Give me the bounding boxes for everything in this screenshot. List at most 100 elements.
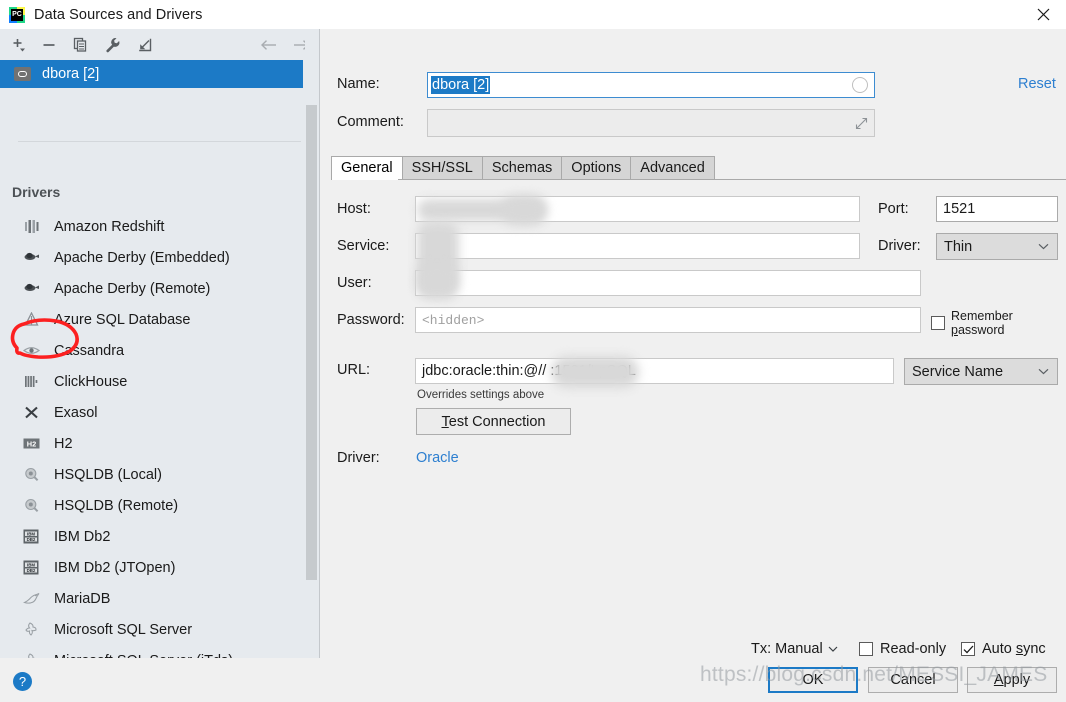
svg-text:DB2: DB2	[27, 537, 36, 542]
driver-label: HSQLDB (Local)	[54, 466, 162, 483]
port-input-value: 1521	[943, 201, 976, 217]
driver-label: HSQLDB (Remote)	[54, 497, 179, 514]
tab-schemas[interactable]: Schemas	[481, 156, 563, 179]
driver-row-ibm-db2-jtopen[interactable]: IBM DB2 IBM Db2 (JTOpen)	[0, 552, 303, 583]
url-input-value: jdbc:oracle:thin:@// :1521/LpSQL	[422, 363, 636, 379]
transaction-mode-value: Tx: Manual	[751, 641, 823, 657]
driver-label: Azure SQL Database	[54, 311, 191, 328]
password-input[interactable]: <hidden>	[415, 307, 921, 333]
url-kind-select[interactable]: Service Name	[904, 358, 1058, 385]
h2-icon: H2	[20, 434, 42, 454]
driver-type-select[interactable]: Thin	[936, 233, 1058, 260]
datasource-settings-panel: Name: dbora [2] Reset Comment: General S…	[321, 29, 1066, 658]
transaction-mode-select[interactable]: Tx: Manual	[751, 641, 838, 657]
tab-options[interactable]: Options	[561, 156, 632, 179]
nav-back-button[interactable]	[258, 35, 280, 55]
driver-row-apache-derby-remote[interactable]: Apache Derby (Remote)	[0, 273, 303, 304]
drivers-header: Drivers	[12, 184, 61, 200]
driver-row-azure-sql-database[interactable]: Azure SQL Database	[0, 304, 303, 335]
host-input[interactable]	[415, 196, 860, 222]
name-input[interactable]: dbora [2]	[427, 72, 875, 98]
driver-row-ibm-db2[interactable]: IBM DB2 IBM Db2	[0, 521, 303, 552]
read-only-checkbox[interactable]: Read-only	[859, 641, 946, 657]
driver-row-apache-derby-embedded[interactable]: Apache Derby (Embedded)	[0, 242, 303, 273]
chevron-down-icon	[1038, 243, 1049, 250]
db2-icon: IBM DB2	[20, 558, 42, 578]
tab-ssh-ssl[interactable]: SSH/SSL	[401, 156, 483, 179]
cancel-button[interactable]: Cancel	[868, 667, 958, 693]
svg-text:IBM: IBM	[27, 531, 35, 536]
hsqldb-icon	[20, 496, 42, 516]
port-input[interactable]: 1521	[936, 196, 1058, 222]
driver-label: Microsoft SQL Server	[54, 621, 193, 638]
ok-button[interactable]: OK	[768, 667, 858, 693]
scrollbar-thumb[interactable]	[306, 105, 317, 580]
cassandra-icon	[20, 341, 42, 361]
datasource-label: dbora [2]	[42, 66, 100, 82]
redshift-icon	[20, 217, 42, 237]
user-input[interactable]	[415, 270, 921, 296]
close-icon[interactable]	[1020, 0, 1066, 29]
driver-row-cassandra[interactable]: Cassandra	[0, 335, 303, 366]
driver-row-clickhouse[interactable]: ClickHouse	[0, 366, 303, 397]
derby-icon	[20, 248, 42, 268]
read-only-label: Read-only	[880, 641, 947, 657]
driver-row-h2[interactable]: H2 H2	[0, 428, 303, 459]
svg-text:IBM: IBM	[27, 562, 35, 567]
tab-general[interactable]: General	[331, 156, 403, 179]
remember-password-checkbox[interactable]: Remember password	[931, 309, 1066, 337]
checkbox-box	[931, 316, 945, 330]
driver-row-microsoft-sql-server[interactable]: Microsoft SQL Server	[0, 614, 303, 645]
drivers-list: Amazon Redshift Apache Derby (Embedded)	[0, 211, 303, 676]
driver-label: Exasol	[54, 404, 98, 421]
datasources-scrollbar[interactable]	[305, 29, 318, 658]
dialog-footer: ? OK Cancel Apply	[0, 658, 1066, 702]
expand-icon[interactable]	[855, 117, 868, 130]
driver-label: Apache Derby (Remote)	[54, 280, 211, 297]
service-input[interactable]	[415, 233, 860, 259]
driver-type-value: Thin	[944, 238, 973, 255]
active-tab-underline	[332, 179, 398, 180]
driver-row-hsqldb-local[interactable]: HSQLDB (Local)	[0, 459, 303, 490]
url-kind-value: Service Name	[912, 363, 1004, 380]
help-button[interactable]: ?	[13, 672, 32, 691]
test-connection-button[interactable]: Test Connection	[416, 408, 571, 435]
import-button[interactable]	[134, 35, 156, 55]
tabs-underline	[331, 179, 1066, 180]
wrench-icon[interactable]	[102, 35, 124, 55]
mssql-icon	[20, 620, 42, 640]
port-field-label: Port:	[878, 201, 909, 217]
user-field-label: User:	[337, 275, 372, 291]
driver-row-amazon-redshift[interactable]: Amazon Redshift	[0, 211, 303, 242]
driver-link-label: Driver:	[337, 450, 380, 466]
driver-row-mariadb[interactable]: MariaDB	[0, 583, 303, 614]
driver-label: Apache Derby (Embedded)	[54, 249, 230, 266]
comment-input[interactable]	[427, 109, 875, 137]
settings-tabs: General SSH/SSL Schemas Options Advanced	[331, 156, 1066, 179]
driver-row-hsqldb-remote[interactable]: HSQLDB (Remote)	[0, 490, 303, 521]
auto-sync-checkbox[interactable]: Auto sync	[961, 641, 1046, 657]
loading-spinner-icon	[852, 77, 868, 93]
title-bar: PC Data Sources and Drivers	[0, 0, 1066, 29]
datasources-panel: dbora [2] Drivers Amazon Redshift Apache…	[0, 29, 320, 669]
apply-button[interactable]: Apply	[967, 667, 1057, 693]
driver-row-exasol[interactable]: Exasol	[0, 397, 303, 428]
url-input[interactable]: jdbc:oracle:thin:@// :1521/LpSQL	[415, 358, 894, 384]
tab-advanced[interactable]: Advanced	[630, 156, 715, 179]
driver-label: Amazon Redshift	[54, 218, 165, 235]
db2-icon: IBM DB2	[20, 527, 42, 547]
pycharm-icon: PC	[9, 6, 25, 23]
name-field-label: Name:	[337, 76, 380, 92]
reset-link[interactable]: Reset	[1018, 76, 1056, 92]
clickhouse-icon	[20, 372, 42, 392]
database-icon	[14, 67, 31, 81]
name-input-value: dbora [2]	[431, 76, 491, 94]
add-datasource-button[interactable]	[8, 35, 30, 55]
remove-datasource-button[interactable]	[38, 35, 60, 55]
driver-link[interactable]: Oracle	[416, 450, 459, 466]
driver-type-label: Driver:	[878, 238, 921, 254]
driver-label: Cassandra	[54, 342, 125, 359]
copy-datasource-button[interactable]	[70, 35, 92, 55]
svg-text:H2: H2	[26, 439, 35, 448]
datasource-item-dbora[interactable]: dbora [2]	[0, 60, 303, 88]
